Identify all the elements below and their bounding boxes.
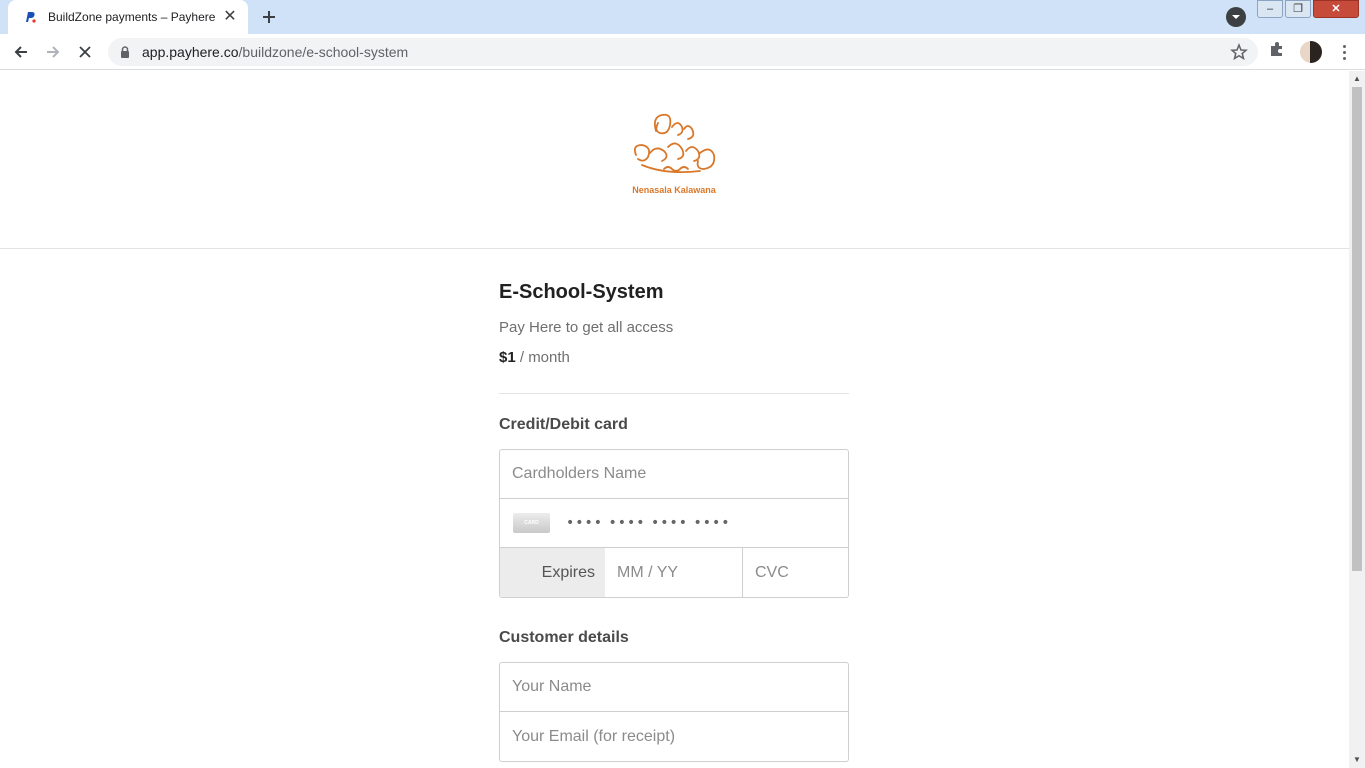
payment-form: E-School-System Pay Here to get all acce… xyxy=(499,281,849,762)
restore-button[interactable]: ❐ xyxy=(1285,0,1311,18)
card-number-input[interactable]: •••• •••• •••• •••• xyxy=(566,515,730,531)
customer-email-input[interactable] xyxy=(500,712,848,761)
url-path: /buildzone/e-school-system xyxy=(238,44,409,60)
customer-name-row xyxy=(500,663,848,712)
browser-menu-icon[interactable] xyxy=(1336,42,1352,62)
expiry-cvc-row: Expires xyxy=(500,548,848,597)
new-tab-button[interactable] xyxy=(255,4,283,30)
merchant-logo: Nenasala Kalawana xyxy=(626,109,722,199)
customer-email-row xyxy=(500,712,848,761)
expires-label: Expires xyxy=(500,548,605,597)
browser-tab-strip: BuildZone payments – Payhere ✕ ‒ ❐ ✕ xyxy=(0,0,1365,34)
window-close-button[interactable]: ✕ xyxy=(1313,0,1359,18)
window-controls: ‒ ❐ ✕ xyxy=(1255,0,1359,20)
expiry-field xyxy=(605,548,743,597)
chevron-down-icon xyxy=(1232,15,1240,19)
tab-search-button[interactable] xyxy=(1226,7,1246,27)
customer-section-title: Customer details xyxy=(499,629,629,646)
credit-card-icon: CARD xyxy=(513,513,550,533)
close-x-icon xyxy=(79,46,91,58)
price-amount: $1 xyxy=(499,349,516,366)
product-description: Pay Here to get all access xyxy=(499,319,674,336)
card-number-row[interactable]: CARD •••• •••• •••• •••• xyxy=(500,499,848,548)
lock-icon[interactable] xyxy=(120,45,132,59)
bookmark-star-icon[interactable] xyxy=(1230,42,1248,61)
scrollbar-thumb[interactable] xyxy=(1352,87,1362,571)
tab-title: BuildZone payments – Payhere xyxy=(48,10,216,24)
merchant-header: Nenasala Kalawana xyxy=(0,71,1349,249)
card-section-title: Credit/Debit card xyxy=(499,416,628,433)
plus-icon xyxy=(263,11,275,23)
scroll-down-arrow-icon[interactable]: ▼ xyxy=(1353,756,1361,764)
browser-toolbar: app.payhere.co/buildzone/e-school-system xyxy=(0,34,1365,70)
forward-button[interactable] xyxy=(41,40,65,64)
minimize-button[interactable]: ‒ xyxy=(1257,0,1283,18)
cardholder-row xyxy=(500,450,848,499)
customer-name-input[interactable] xyxy=(500,663,848,711)
page-viewport: Nenasala Kalawana E-School-System Pay He… xyxy=(0,71,1349,768)
nenasala-logo-icon xyxy=(633,113,716,174)
url-host: app.payhere.co xyxy=(142,44,239,60)
tab-close-icon[interactable]: ✕ xyxy=(222,9,238,25)
price: $1 / month xyxy=(499,349,849,371)
price-period: / month xyxy=(515,349,570,366)
logo-text: Nenasala Kalawana xyxy=(632,185,716,195)
browser-tab[interactable]: BuildZone payments – Payhere ✕ xyxy=(8,0,248,34)
expiry-input[interactable] xyxy=(605,548,742,597)
divider xyxy=(499,393,849,394)
cvc-field xyxy=(743,548,848,597)
back-button[interactable] xyxy=(9,40,33,64)
cvc-input[interactable] xyxy=(743,548,848,597)
payhere-favicon-icon xyxy=(22,9,38,25)
scroll-up-arrow-icon[interactable]: ▲ xyxy=(1353,75,1361,83)
product-title: E-School-System xyxy=(499,281,664,303)
cardholder-name-input[interactable] xyxy=(500,450,848,498)
extensions-puzzle-icon[interactable] xyxy=(1268,40,1288,60)
back-arrow-icon xyxy=(14,46,27,58)
profile-avatar[interactable] xyxy=(1300,41,1322,63)
stop-loading-button[interactable] xyxy=(73,40,97,64)
address-bar[interactable]: app.payhere.co/buildzone/e-school-system xyxy=(108,38,1258,66)
forward-arrow-icon xyxy=(47,46,60,58)
page-scrollbar[interactable]: ▲ ▼ xyxy=(1349,71,1365,768)
url-text: app.payhere.co/buildzone/e-school-system xyxy=(142,44,408,60)
card-fields: CARD •••• •••• •••• •••• Expires xyxy=(499,449,849,598)
customer-fields xyxy=(499,662,849,762)
